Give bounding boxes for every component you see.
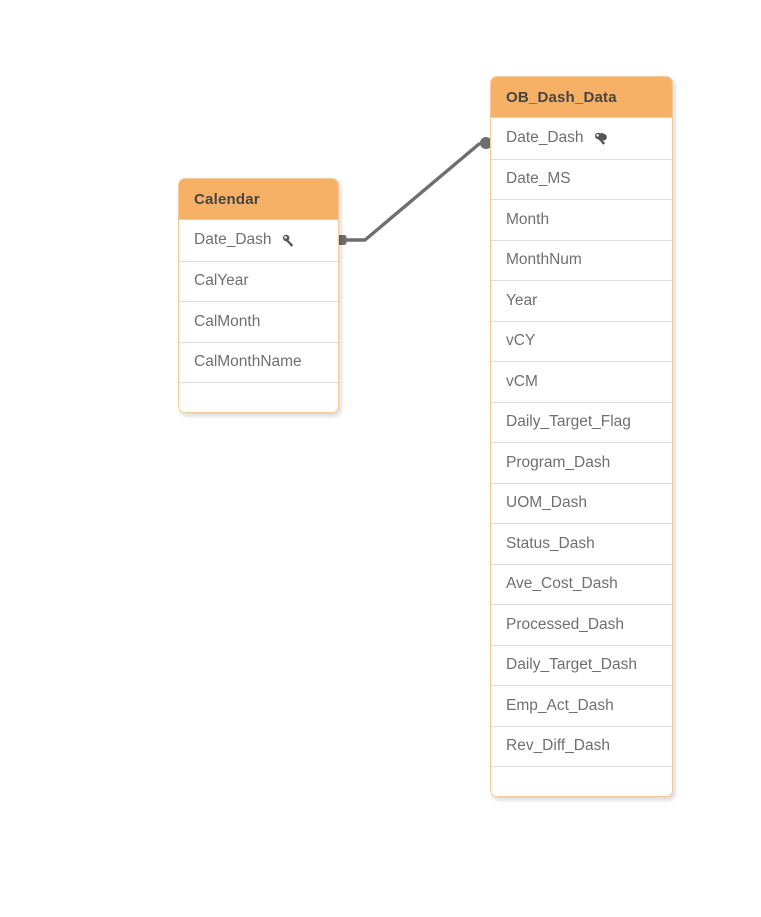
field-row[interactable]: UOM_Dash: [491, 482, 672, 523]
field-label: Date_Dash: [506, 129, 584, 147]
field-row[interactable]: Date_MS: [491, 158, 672, 199]
field-label: Date_Dash: [194, 231, 272, 249]
field-label: CalYear: [194, 272, 249, 290]
field-label: Daily_Target_Dash: [506, 656, 637, 674]
field-label: Year: [506, 291, 538, 309]
field-row[interactable]: CalMonthName: [179, 341, 338, 382]
table-card-ob-dash-data[interactable]: OB_Dash_Data Date_Dash Date_MS Month Mon…: [490, 76, 673, 797]
field-label: UOM_Dash: [506, 494, 587, 512]
field-row[interactable]: Rev_Diff_Dash: [491, 725, 672, 766]
field-row[interactable]: Daily_Target_Dash: [491, 644, 672, 685]
field-row[interactable]: Status_Dash: [491, 523, 672, 564]
field-row[interactable]: Processed_Dash: [491, 604, 672, 645]
field-row[interactable]: vCY: [491, 320, 672, 361]
field-label: Ave_Cost_Dash: [506, 575, 618, 593]
field-label: Month: [506, 210, 550, 228]
field-row[interactable]: Ave_Cost_Dash: [491, 563, 672, 604]
field-list-ob-dash-data: Date_Dash Date_MS Month MonthNum Year vC…: [491, 118, 672, 796]
field-row-empty: [491, 766, 672, 796]
field-row[interactable]: Month: [491, 199, 672, 240]
field-label: CalMonth: [194, 312, 261, 330]
field-label: vCM: [506, 372, 538, 390]
field-row[interactable]: vCM: [491, 361, 672, 402]
field-row-empty: [179, 382, 338, 412]
field-label: Processed_Dash: [506, 615, 625, 633]
association-calendar-ob-dash-data[interactable]: [336, 137, 493, 245]
field-label: Daily_Target_Flag: [506, 413, 631, 431]
association-line: [340, 142, 481, 242]
field-list-calendar: Date_Dash CalYear CalMonth CalMonthName: [179, 220, 338, 412]
field-row[interactable]: Emp_Act_Dash: [491, 685, 672, 726]
field-label: CalMonthName: [194, 353, 302, 371]
field-label: vCY: [506, 332, 536, 350]
field-label: Date_MS: [506, 170, 571, 188]
field-row[interactable]: CalMonth: [179, 301, 338, 342]
field-row[interactable]: Year: [491, 280, 672, 321]
field-row[interactable]: Date_Dash: [179, 220, 338, 261]
field-label: Emp_Act_Dash: [506, 696, 614, 714]
field-row[interactable]: Daily_Target_Flag: [491, 401, 672, 442]
field-label: Program_Dash: [506, 453, 611, 471]
key-icon: [593, 131, 609, 147]
field-label: Status_Dash: [506, 534, 595, 552]
field-row[interactable]: Date_Dash: [491, 118, 672, 159]
table-title-ob-dash-data[interactable]: OB_Dash_Data: [491, 77, 672, 118]
field-row[interactable]: MonthNum: [491, 239, 672, 280]
key-icon: [281, 233, 297, 249]
field-row[interactable]: Program_Dash: [491, 442, 672, 483]
table-title-calendar[interactable]: Calendar: [179, 179, 338, 220]
table-card-calendar[interactable]: Calendar Date_Dash CalYear CalMonth CalM…: [178, 178, 339, 413]
data-model-canvas[interactable]: OB_Dash_Data Date_Dash Date_MS Month Mon…: [0, 0, 761, 917]
field-label: Rev_Diff_Dash: [506, 737, 610, 755]
field-label: MonthNum: [506, 251, 582, 269]
field-row[interactable]: CalYear: [179, 260, 338, 301]
